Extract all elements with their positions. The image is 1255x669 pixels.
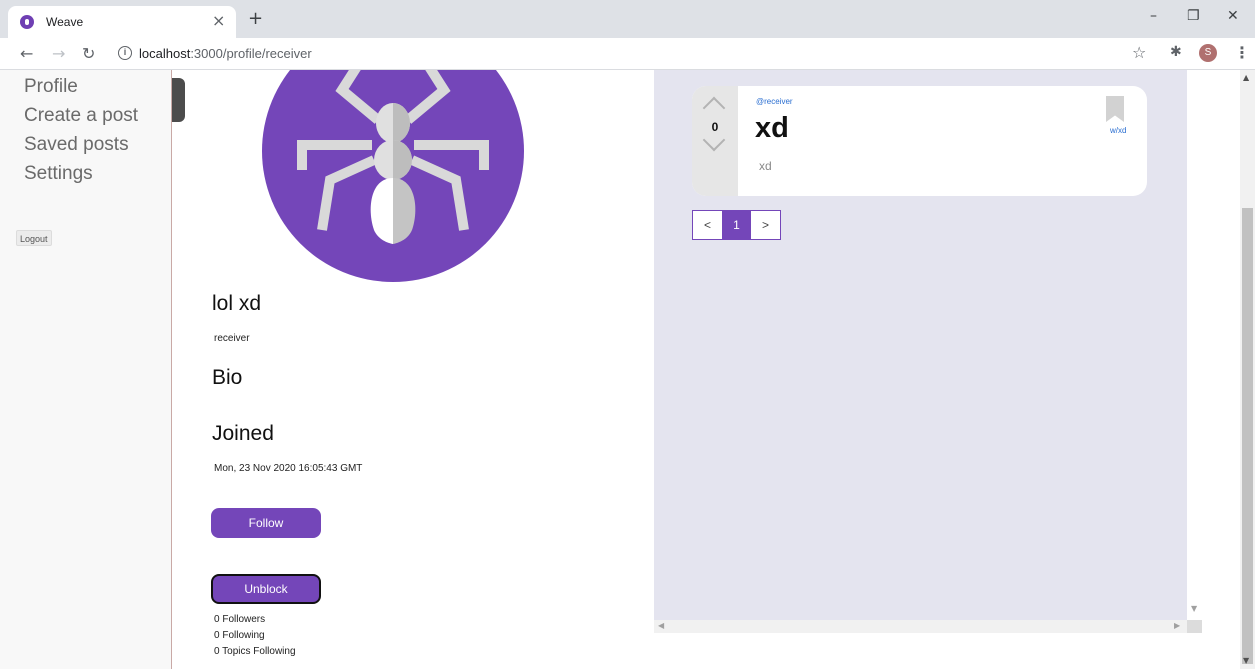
sidebar-toggle-handle[interactable] — [172, 78, 185, 122]
scroll-left-icon[interactable]: ◀ — [658, 621, 664, 630]
browser-tab[interactable]: Weave × — [8, 6, 236, 38]
post-body: xd — [759, 159, 772, 173]
page-1-button[interactable]: 1 — [722, 211, 751, 239]
kebab-menu-icon[interactable]: ⋮ — [1234, 43, 1250, 62]
forward-arrow-icon[interactable]: → — [52, 44, 65, 63]
scroll-down-icon[interactable]: ▼ — [1243, 656, 1249, 665]
url-host: localhost — [139, 46, 191, 61]
profile-avatar — [262, 70, 524, 282]
following-count[interactable]: 0 Following — [214, 630, 265, 641]
followers-count[interactable]: 0 Followers — [214, 614, 265, 625]
browser-profile-avatar[interactable]: S — [1199, 44, 1217, 62]
post-author-link[interactable]: @receiver — [756, 97, 793, 106]
prev-page-button[interactable]: < — [693, 211, 722, 239]
back-arrow-icon[interactable]: ← — [20, 44, 33, 63]
scroll-up-icon[interactable]: ▲ — [1243, 73, 1249, 82]
post-card[interactable]: 0 @receiver xd xd w/xd — [692, 86, 1147, 196]
sidebar-link-settings[interactable]: Settings — [24, 163, 93, 185]
feed-horizontal-scrollbar[interactable]: ◀ ▶ — [654, 620, 1187, 633]
reload-icon[interactable]: ↻ — [82, 44, 95, 63]
topics-following-count[interactable]: 0 Topics Following — [214, 646, 296, 657]
weave-favicon-icon — [20, 15, 34, 29]
joined-heading: Joined — [212, 422, 274, 445]
unblock-button[interactable]: Unblock — [211, 574, 321, 604]
logout-button[interactable]: Logout — [16, 230, 52, 246]
profile-username: receiver — [214, 333, 250, 344]
window-close-icon[interactable]: ✕ — [1227, 8, 1239, 24]
page-scrollbar-thumb[interactable] — [1242, 208, 1253, 664]
feed-scroll-down-icon[interactable]: ▼ — [1191, 604, 1197, 613]
profile-display-name: lol xd — [212, 292, 262, 315]
sidebar-link-profile[interactable]: Profile — [24, 76, 78, 98]
joined-date: Mon, 23 Nov 2020 16:05:43 GMT — [214, 463, 363, 474]
browser-tab-strip: Weave × + – ❐ ✕ — [0, 0, 1255, 38]
spider-icon — [297, 70, 489, 244]
tab-title: Weave — [46, 15, 84, 29]
feed-scrollbar-corner — [1187, 620, 1202, 633]
bookmark-star-icon[interactable]: ☆ — [1132, 43, 1146, 62]
url-input[interactable]: localhost:3000/profile/receiver — [139, 46, 312, 61]
pagination: < 1 > — [692, 210, 781, 240]
new-tab-button[interactable]: + — [248, 8, 263, 29]
sidebar: Profile Create a post Saved posts Settin… — [0, 70, 172, 669]
minimize-icon[interactable]: – — [1150, 8, 1157, 24]
close-tab-icon[interactable]: × — [212, 11, 225, 30]
bookmark-icon[interactable] — [1106, 96, 1124, 122]
page-vertical-scrollbar[interactable]: ▲ ▼ — [1240, 70, 1255, 669]
next-page-button[interactable]: > — [751, 211, 780, 239]
follow-button[interactable]: Follow — [211, 508, 321, 538]
upvote-chevron-icon[interactable] — [702, 96, 726, 120]
page-content: Profile Create a post Saved posts Settin… — [0, 70, 1255, 669]
vote-column: 0 — [692, 86, 738, 196]
post-topic-link[interactable]: w/xd — [1110, 126, 1126, 135]
site-info-icon[interactable]: i — [118, 46, 132, 60]
sidebar-link-create-post[interactable]: Create a post — [24, 105, 138, 127]
sidebar-link-saved-posts[interactable]: Saved posts — [24, 134, 129, 156]
scroll-right-icon[interactable]: ▶ — [1174, 621, 1180, 630]
extensions-puzzle-icon[interactable]: ✱ — [1170, 44, 1182, 60]
bio-heading: Bio — [212, 366, 243, 389]
restore-icon[interactable]: ❐ — [1187, 8, 1200, 24]
address-bar: ← → ↻ i localhost:3000/profile/receiver … — [0, 38, 1255, 70]
post-title[interactable]: xd — [755, 112, 789, 145]
url-path: :3000/profile/receiver — [190, 46, 312, 61]
